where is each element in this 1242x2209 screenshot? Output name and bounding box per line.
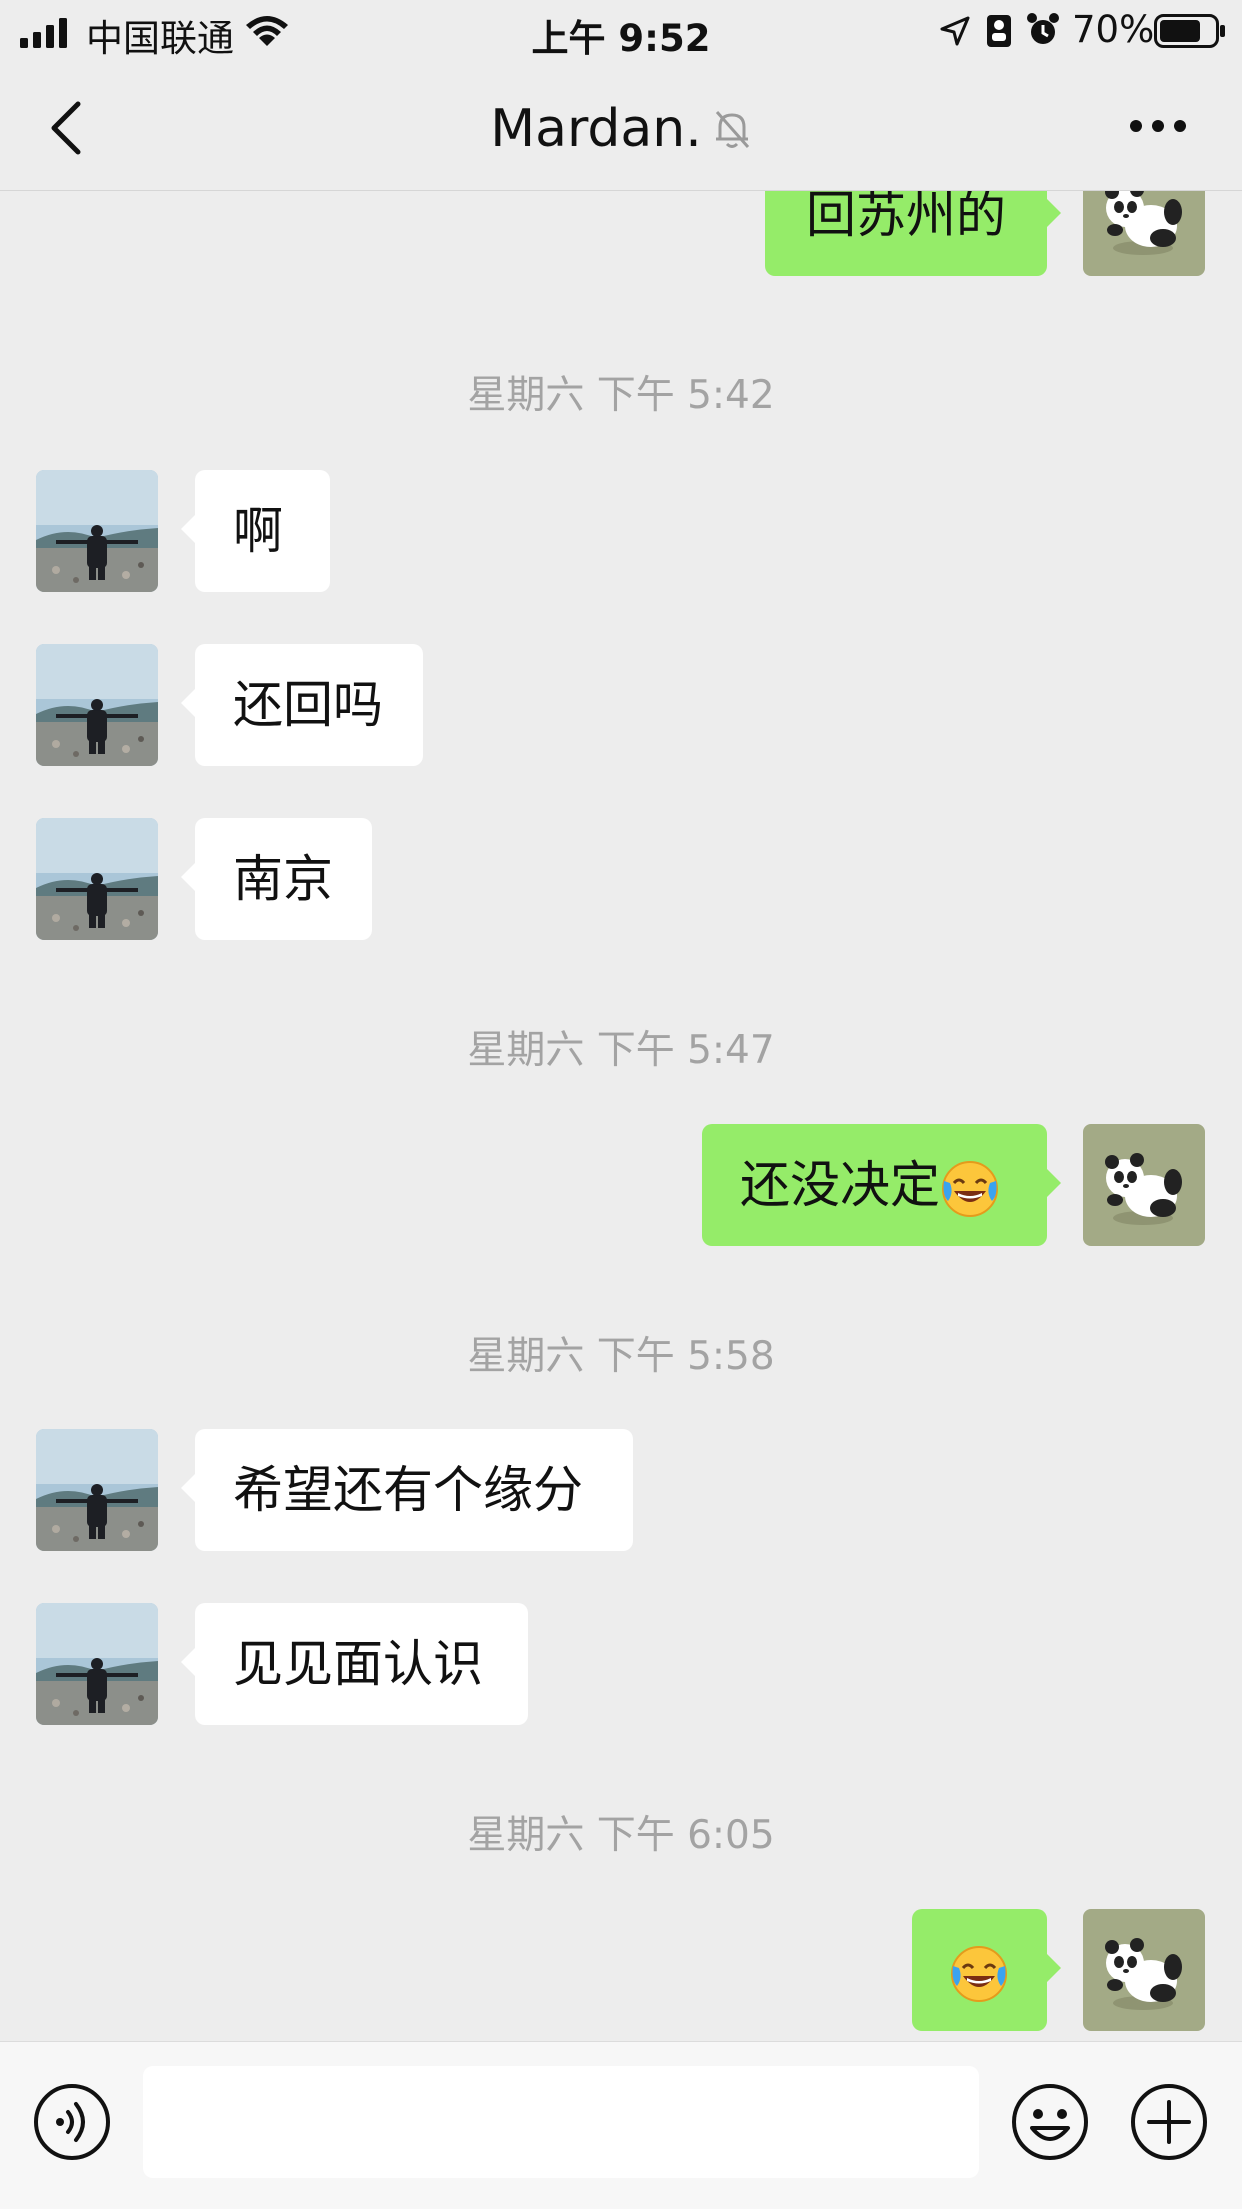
message-bubble-incoming[interactable]: 希望还有个缘分: [181, 1429, 633, 1551]
contact-avatar[interactable]: [36, 1603, 158, 1725]
message-timestamp: 星期六 下午 5:47: [467, 1028, 775, 1073]
message-text: 回苏州的: [806, 191, 1006, 244]
alarm-icon: [1027, 13, 1059, 44]
more-options-icon[interactable]: [1128, 114, 1188, 138]
message-bubble-incoming[interactable]: 见见面认识: [181, 1603, 528, 1725]
message-text: 还没决定: [740, 1156, 940, 1214]
my-avatar[interactable]: [1083, 1124, 1205, 1246]
my-avatar[interactable]: [1083, 191, 1205, 276]
my-avatar[interactable]: [1083, 1909, 1205, 2031]
chat-message-list[interactable]: 回苏州的 星期六 下午 5:42 啊 还回吗 南京 星期六 下午 5:47 还没…: [0, 191, 1242, 2041]
portrait-lock-icon: [987, 15, 1011, 47]
contact-avatar[interactable]: [36, 818, 158, 940]
message-bubble-outgoing[interactable]: 回苏州的: [765, 191, 1061, 276]
status-bar: 中国联通 上午 9:52 70%: [0, 0, 1242, 62]
message-text: 南京: [233, 850, 333, 908]
message-text: 啊: [233, 502, 283, 560]
message-timestamp: 星期六 下午 5:58: [467, 1334, 775, 1379]
battery-icon: [1154, 14, 1225, 48]
contact-avatar[interactable]: [36, 470, 158, 592]
message-bubble-outgoing[interactable]: 还没决定: [702, 1124, 1061, 1246]
message-bubble-incoming[interactable]: 啊: [181, 470, 330, 592]
contact-avatar[interactable]: [36, 1429, 158, 1551]
contact-avatar[interactable]: [36, 644, 158, 766]
chat-title: Mardan.: [0, 96, 1242, 159]
message-input[interactable]: [143, 2066, 979, 2178]
input-toolbar: [0, 2041, 1242, 2209]
bell-muted-icon: [715, 111, 749, 148]
contact-name: Mardan.: [490, 99, 702, 159]
location-arrow-icon: [940, 16, 970, 46]
voice-input-icon[interactable]: [32, 2082, 112, 2162]
message-text: 希望还有个缘分: [233, 1461, 583, 1519]
message-timestamp: 星期六 下午 5:42: [467, 373, 775, 418]
tears-of-joy-emoji: [949, 1944, 1009, 2004]
chat-header: Mardan.: [0, 62, 1242, 191]
message-bubble-incoming[interactable]: 南京: [181, 818, 372, 940]
message-text: 还回吗: [233, 676, 383, 734]
tears-of-joy-emoji: [940, 1159, 1000, 1219]
emoji-picker-icon[interactable]: [1010, 2082, 1090, 2162]
message-text: 见见面认识: [233, 1635, 483, 1693]
battery-percentage: 70%: [1072, 8, 1155, 51]
message-bubble-outgoing[interactable]: [912, 1909, 1061, 2031]
message-bubble-incoming[interactable]: 还回吗: [181, 644, 423, 766]
message-timestamp: 星期六 下午 6:05: [467, 1813, 775, 1858]
more-functions-plus-icon[interactable]: [1129, 2082, 1209, 2162]
